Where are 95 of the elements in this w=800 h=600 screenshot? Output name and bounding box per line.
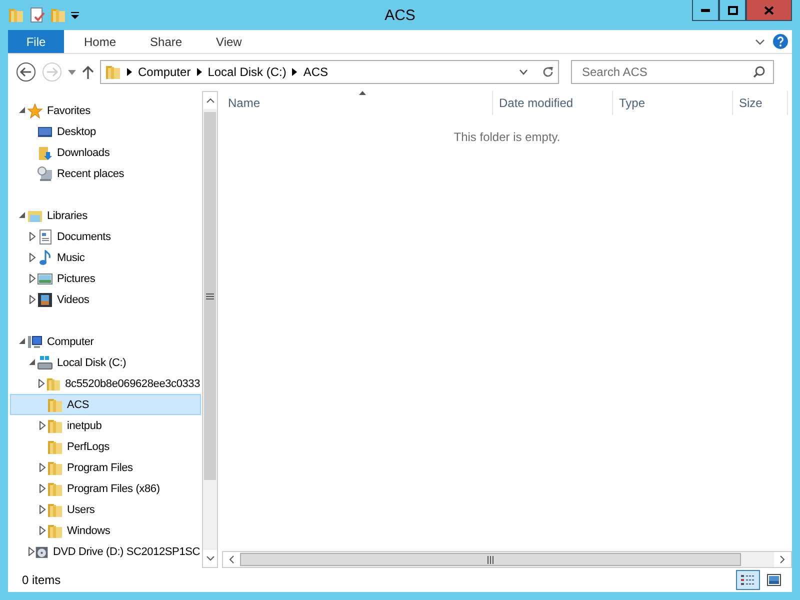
- tree-item[interactable]: inetpub: [10, 415, 201, 436]
- collapsed-arrow-icon[interactable]: [28, 274, 36, 283]
- tree-item[interactable]: ACS: [10, 394, 201, 415]
- tree-item[interactable]: Libraries: [10, 205, 201, 226]
- scroll-down-icon[interactable]: [206, 556, 214, 561]
- recent-places-icon: [37, 166, 53, 182]
- tree-item[interactable]: Pictures: [10, 268, 201, 289]
- refresh-icon[interactable]: [542, 66, 554, 78]
- scroll-left-icon[interactable]: [229, 555, 234, 564]
- expanded-arrow-icon[interactable]: [18, 337, 26, 346]
- collapsed-arrow-icon[interactable]: [38, 463, 46, 472]
- folder-icon: [8, 7, 24, 23]
- properties-icon[interactable]: [29, 7, 45, 23]
- folder-icon: [47, 522, 63, 538]
- expanded-arrow-icon[interactable]: [18, 106, 26, 115]
- collapsed-arrow-icon[interactable]: [28, 232, 36, 241]
- recent-locations-caret-icon[interactable]: [68, 70, 76, 74]
- back-button[interactable]: [16, 62, 36, 82]
- collapsed-arrow-icon[interactable]: [28, 295, 36, 304]
- collapsed-arrow-icon[interactable]: [28, 253, 36, 262]
- sort-arrow-icon: [359, 91, 366, 95]
- breadcrumb-arrow-icon[interactable]: [196, 68, 202, 76]
- expanded-arrow-icon[interactable]: [18, 211, 26, 220]
- collapsed-arrow-icon[interactable]: [38, 379, 46, 388]
- drive-icon: [37, 354, 53, 370]
- folder-icon: [47, 438, 63, 454]
- new-folder-icon: [50, 7, 66, 23]
- computer-icon: [27, 334, 43, 350]
- tree-item[interactable]: Program Files (x86): [10, 478, 201, 499]
- tree-item[interactable]: DVD Drive (D:) SC2012SP1SC: [10, 541, 201, 562]
- breadcrumb[interactable]: Computer: [138, 65, 191, 79]
- folder-icon: [47, 460, 63, 476]
- collapsed-arrow-icon[interactable]: [28, 547, 35, 556]
- tree-item[interactable]: Videos: [10, 289, 201, 310]
- dropdown-icon[interactable]: [71, 11, 79, 19]
- tree-item[interactable]: 8c5520b8e069628ee3c0333: [10, 373, 201, 394]
- tree-item[interactable]: Downloads: [10, 142, 201, 163]
- file-menu-tab[interactable]: File: [8, 30, 64, 53]
- tree-item[interactable]: Desktop: [10, 121, 201, 142]
- expanded-arrow-icon[interactable]: [28, 358, 36, 367]
- folder-icon: [47, 480, 63, 496]
- grip-icon: [206, 292, 214, 300]
- minimize-icon: [701, 8, 710, 12]
- column-header[interactable]: Type: [613, 91, 733, 115]
- details-list-icon: [741, 574, 755, 586]
- tree-item[interactable]: Computer: [10, 331, 201, 352]
- film-icon: [37, 292, 53, 308]
- address-bar[interactable]: Computer Local Disk (C:) ACS: [100, 60, 559, 84]
- tree-item[interactable]: Favorites: [10, 100, 201, 121]
- up-button[interactable]: [82, 65, 94, 79]
- folder-icon: [47, 502, 63, 518]
- horizontal-scrollbar[interactable]: [222, 551, 792, 568]
- folder-icon: [105, 64, 121, 80]
- column-header[interactable]: Size: [733, 91, 788, 115]
- close-icon: [764, 6, 774, 14]
- tree-item[interactable]: Music: [10, 247, 201, 268]
- maximize-button[interactable]: [719, 0, 746, 21]
- breadcrumb-arrow-icon[interactable]: [292, 68, 298, 76]
- music-note-icon: [37, 250, 53, 266]
- tree-item[interactable]: Recent places: [10, 163, 201, 184]
- tree-item[interactable]: Program Files: [10, 457, 201, 478]
- column-header[interactable]: Date modified: [493, 91, 613, 115]
- collapsed-arrow-icon[interactable]: [38, 421, 46, 430]
- item-count: 0 items: [22, 573, 62, 587]
- details-view-button[interactable]: [736, 570, 760, 590]
- maximize-icon: [728, 6, 738, 14]
- tree-item[interactable]: Users: [10, 499, 201, 520]
- scroll-up-icon[interactable]: [206, 98, 214, 103]
- minimize-button[interactable]: [692, 0, 719, 21]
- collapsed-arrow-icon[interactable]: [38, 526, 46, 535]
- collapsed-arrow-icon[interactable]: [38, 505, 46, 514]
- thumbnail-picture-icon: [767, 574, 781, 586]
- close-button[interactable]: [746, 0, 792, 21]
- chevron-down-icon[interactable]: [519, 69, 528, 75]
- folder-icon: [47, 418, 63, 434]
- folder-icon: [47, 396, 63, 412]
- collapsed-arrow-icon[interactable]: [38, 484, 46, 493]
- breadcrumb-arrow-icon[interactable]: [127, 68, 132, 76]
- vertical-scrollbar[interactable]: [202, 91, 218, 568]
- search-field[interactable]: Search ACS: [571, 60, 774, 84]
- grip-icon: [487, 556, 494, 564]
- chevron-down-icon: [755, 38, 765, 44]
- download-folder-icon: [37, 144, 53, 160]
- breadcrumb[interactable]: Local Disk (C:): [208, 65, 286, 79]
- tree-item[interactable]: Windows: [10, 520, 201, 541]
- search-icon[interactable]: [753, 66, 765, 78]
- star-icon: [27, 102, 43, 118]
- tree-item[interactable]: Documents: [10, 226, 201, 247]
- empty-folder-message: This folder is empty.: [454, 130, 560, 146]
- window-title: ACS: [384, 6, 416, 24]
- folder-icon: [46, 376, 62, 392]
- scroll-right-icon[interactable]: [780, 555, 785, 564]
- breadcrumb[interactable]: ACS: [303, 65, 328, 79]
- tree-item[interactable]: PerfLogs: [10, 436, 201, 457]
- tree-item[interactable]: Local Disk (C:): [10, 352, 201, 373]
